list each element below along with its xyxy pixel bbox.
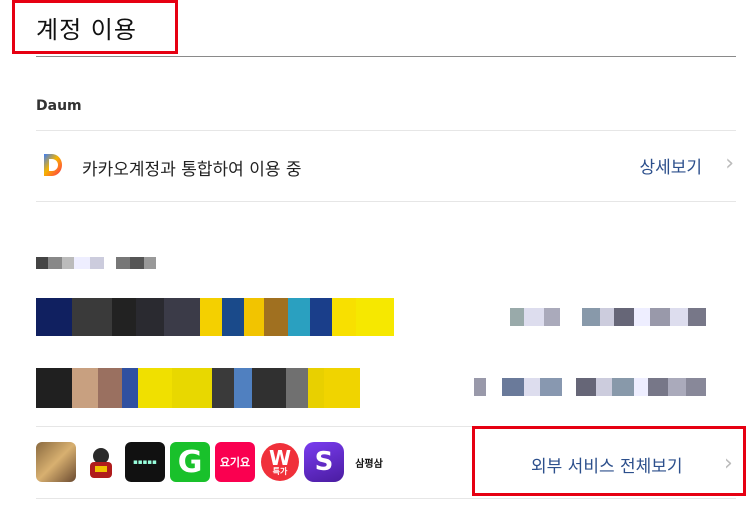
redacted-text-2 <box>474 378 706 396</box>
app-sampyeongsam-icon[interactable]: 삼평삼 <box>349 442 389 482</box>
chevron-right-icon[interactable]: › <box>724 451 733 476</box>
redacted-text-1 <box>510 308 706 326</box>
daum-section-label: Daum <box>36 98 82 114</box>
divider <box>36 201 736 202</box>
app-w-sale-icon[interactable]: W 특가 <box>260 442 300 482</box>
divider <box>36 498 736 499</box>
character-glyph-icon <box>90 448 112 478</box>
redacted-app-strip-2 <box>36 368 396 408</box>
daum-integration-status: 카카오계정과 통합하여 이용 중 <box>82 160 302 180</box>
daum-logo-icon <box>44 154 62 176</box>
app-s-purple-icon[interactable]: S <box>304 442 344 482</box>
chevron-right-icon[interactable]: › <box>725 153 734 175</box>
view-all-external-services-link[interactable]: 외부 서비스 전체보기 <box>531 452 683 477</box>
detail-view-link[interactable]: 상세보기 <box>639 153 702 178</box>
redacted-app-strip-1 <box>36 298 396 336</box>
app-character-icon[interactable] <box>81 442 121 482</box>
w-sale-label: 특가 <box>272 467 288 476</box>
app-green-g-icon[interactable]: G <box>170 442 210 482</box>
w-letter: W <box>268 446 292 470</box>
daum-account-row[interactable]: 카카오계정과 통합하여 이용 중 상세보기 › <box>36 131 736 201</box>
app-dark-banner-icon[interactable]: ▪▪▪▪▪ <box>125 442 165 482</box>
page-title: 계정 이용 <box>36 16 137 44</box>
app-photo-icon[interactable] <box>36 442 76 482</box>
redacted-label <box>36 257 156 269</box>
title-divider <box>36 56 736 57</box>
app-yogiyo-icon[interactable]: 요기요 <box>215 442 255 482</box>
